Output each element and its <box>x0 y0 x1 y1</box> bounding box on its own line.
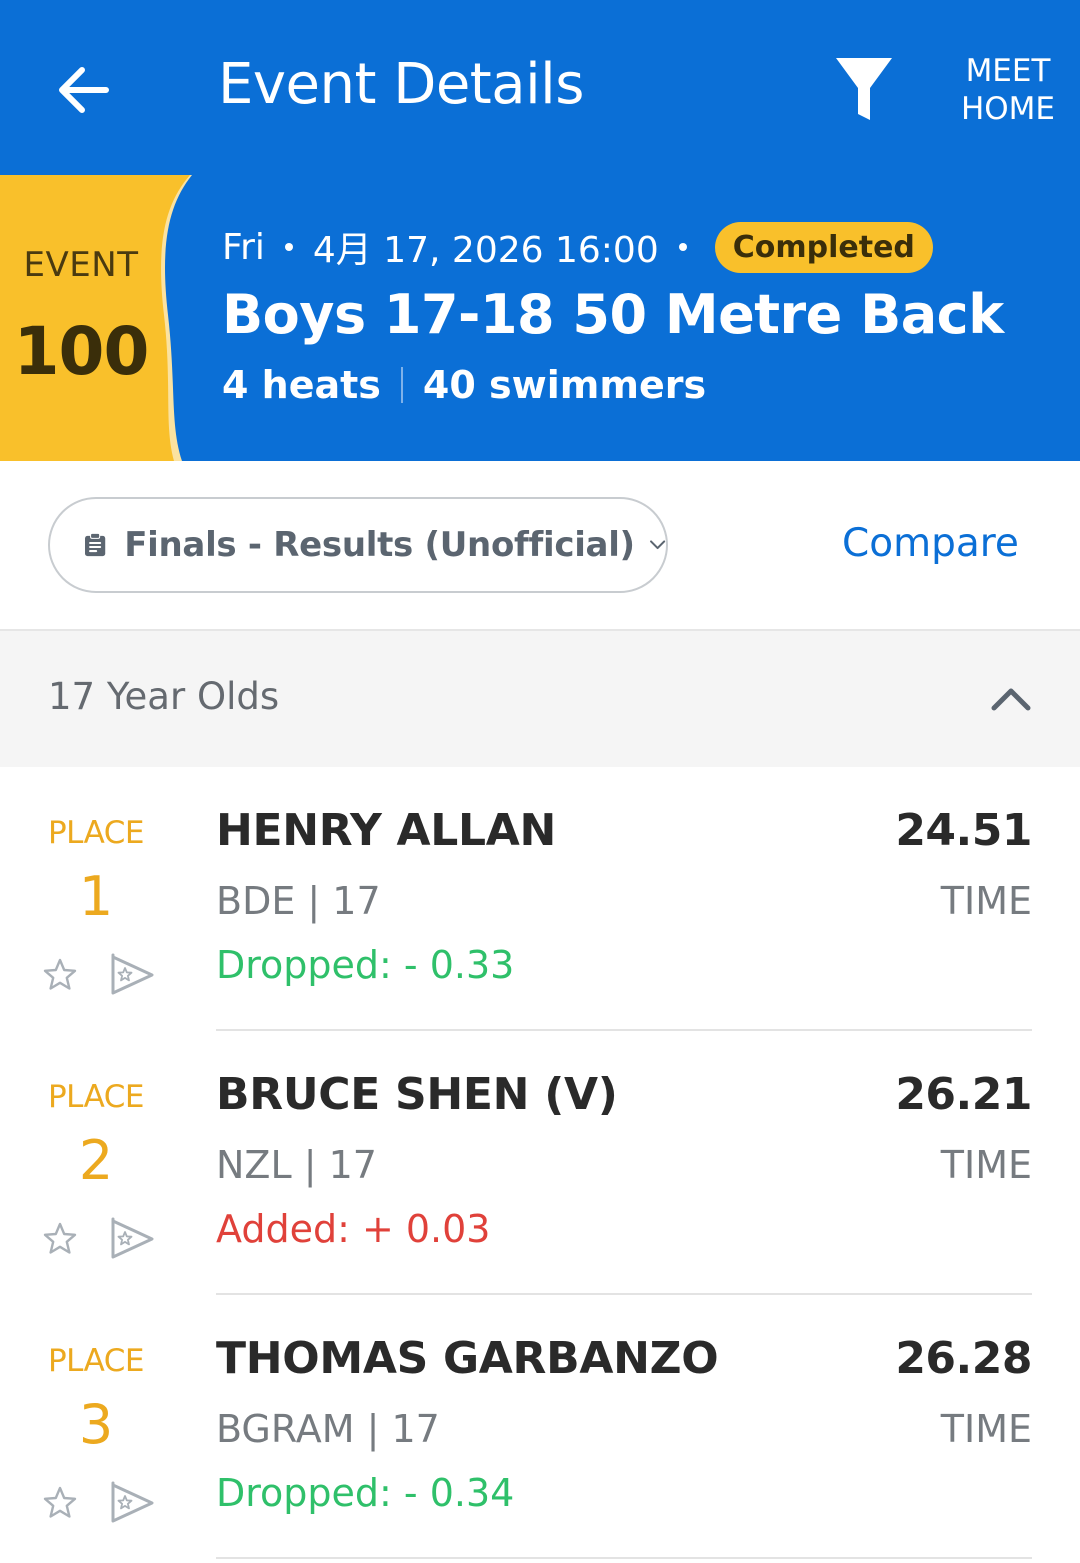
age-group-title: 17 Year Olds <box>48 675 280 718</box>
heats-count: 4 heats <box>222 363 381 407</box>
place-label: PLACE <box>47 1079 145 1115</box>
star-icon[interactable] <box>42 1485 78 1521</box>
time-delta: Dropped: - 0.33 <box>216 943 515 987</box>
pennant-flag-icon[interactable] <box>108 1215 156 1261</box>
place-label: PLACE <box>47 1343 145 1379</box>
swimmer-team-age: BDE | 17 <box>216 879 381 923</box>
status-badge: Completed <box>714 221 933 273</box>
arrow-left-icon <box>59 67 109 113</box>
swim-time: 26.28 <box>895 1333 1032 1384</box>
compare-button[interactable]: Compare <box>842 521 1019 566</box>
swimmers-count: 40 swimmers <box>422 363 707 407</box>
results-type-value: Finals - Results (Unofficial) <box>124 525 635 565</box>
event-title: Boys 17-18 50 Metre Back <box>222 283 1004 346</box>
pennant-flag-icon[interactable] <box>108 1479 156 1525</box>
event-header: EVENT 100 Fri 4月 17, 2026 16:00 Complete… <box>0 175 1080 461</box>
meet-home-label-line2: HOME <box>960 91 1056 127</box>
swimmer-name[interactable]: BRUCE SHEN (V) <box>216 1069 618 1120</box>
star-icon[interactable] <box>42 1221 78 1257</box>
star-icon[interactable] <box>42 957 78 993</box>
results-type-dropdown[interactable]: Finals - Results (Unofficial) <box>48 497 668 593</box>
meet-home-button[interactable]: MEET HOME <box>952 52 1064 128</box>
swimmer-name[interactable]: HENRY ALLAN <box>216 805 556 856</box>
event-meta: Fri 4月 17, 2026 16:00 Completed <box>222 219 933 275</box>
swimmer-team-age: BGRAM | 17 <box>216 1407 440 1451</box>
time-delta: Dropped: - 0.34 <box>216 1471 515 1515</box>
clipboard-icon <box>85 532 106 557</box>
meet-home-label-line1: MEET <box>965 53 1051 89</box>
swimmer-name[interactable]: THOMAS GARBANZO <box>216 1333 719 1384</box>
swim-time: 26.21 <box>895 1069 1032 1120</box>
separator-dot <box>284 243 293 251</box>
page-title: Event Details <box>218 52 584 117</box>
place-number: 1 <box>78 865 114 928</box>
chevron-up-icon[interactable] <box>990 683 1032 713</box>
app-bar: Event Details MEET HOME <box>0 0 1080 175</box>
place-label: PLACE <box>47 815 145 851</box>
filter-icon <box>836 58 892 120</box>
event-number-tab: EVENT 100 <box>0 175 200 461</box>
result-row[interactable]: PLACE 2 BRUCE SHEN (V) NZL | 17 Added: +… <box>0 1031 1080 1295</box>
event-date-time: 4月 17, 2026 16:00 <box>312 230 659 271</box>
summary-divider <box>400 367 403 403</box>
swim-time: 24.51 <box>895 805 1032 856</box>
age-group-header[interactable]: 17 Year Olds <box>0 629 1080 767</box>
time-label: TIME <box>940 1143 1032 1187</box>
back-button[interactable] <box>52 58 116 122</box>
time-label: TIME <box>940 879 1032 923</box>
pennant-flag-icon[interactable] <box>108 951 156 997</box>
result-row[interactable]: PLACE 3 THOMAS GARBANZO BGRAM | 17 Dropp… <box>0 1295 1080 1559</box>
event-number: 100 <box>13 313 150 390</box>
place-number: 3 <box>78 1393 114 1456</box>
event-label: EVENT <box>23 245 139 285</box>
row-divider <box>216 1557 1032 1559</box>
place-number: 2 <box>78 1129 114 1192</box>
event-day: Fri <box>222 226 265 268</box>
event-summary: 4 heats 40 swimmers <box>222 363 706 407</box>
filter-button[interactable] <box>832 54 896 126</box>
separator-dot <box>678 243 687 251</box>
time-label: TIME <box>940 1407 1032 1451</box>
swimmer-team-age: NZL | 17 <box>216 1143 377 1187</box>
chevron-down-icon <box>649 540 665 550</box>
results-selector-row: Finals - Results (Unofficial) Compare <box>0 461 1080 629</box>
time-delta: Added: + 0.03 <box>216 1207 491 1251</box>
result-row[interactable]: PLACE 1 HENRY ALLAN BDE | 17 Dropped: - … <box>0 767 1080 1031</box>
